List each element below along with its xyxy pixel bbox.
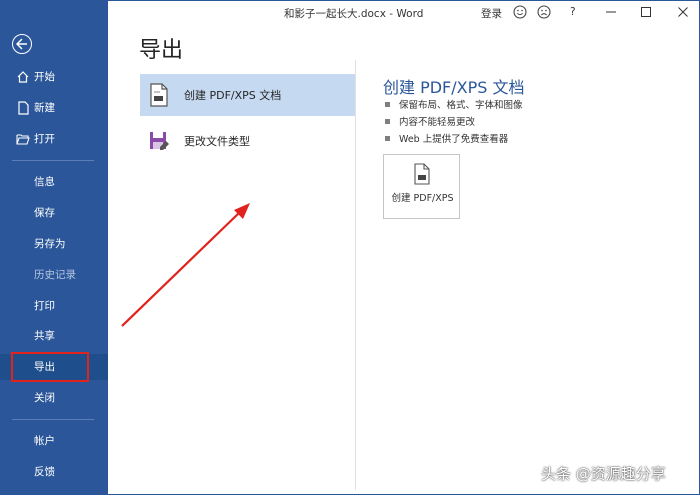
watermark: 头条 @资源趣分享 xyxy=(541,465,666,483)
annotation-arrow xyxy=(121,203,250,327)
